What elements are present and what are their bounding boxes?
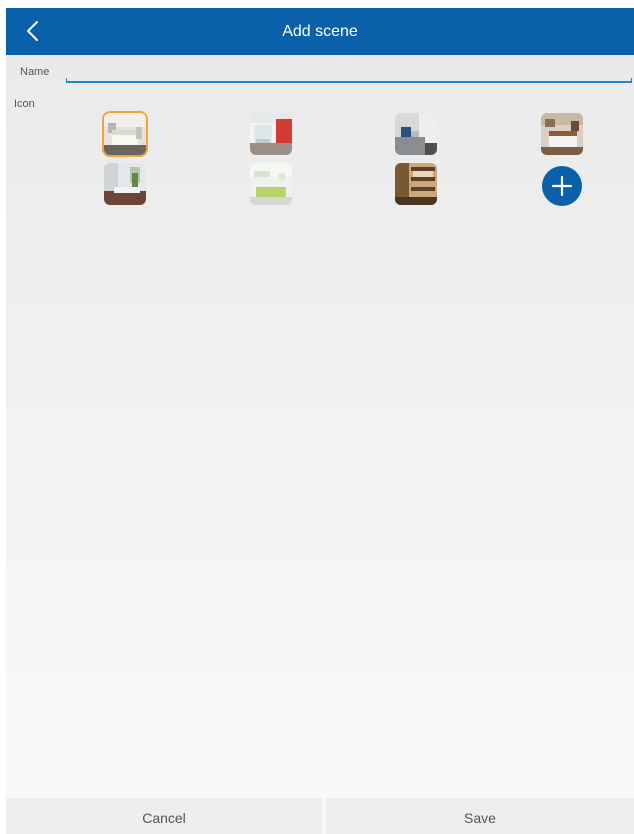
icon-label: Icon — [14, 98, 35, 110]
bedroom-scene-icon[interactable] — [104, 113, 146, 155]
kitchen-scene-icon[interactable] — [250, 113, 292, 155]
page-title: Add scene — [282, 23, 358, 40]
office-scene-icon[interactable] — [395, 113, 437, 155]
name-label: Name — [20, 66, 50, 78]
save-button[interactable]: Save — [326, 798, 634, 834]
plus-icon — [551, 175, 573, 197]
bathroom-scene-icon[interactable] — [104, 163, 146, 205]
living-room-scene-icon[interactable] — [250, 163, 292, 205]
add-icon-button[interactable] — [542, 166, 582, 206]
add-scene-screen: Add scene Name Icon Cancel Save — [6, 8, 634, 834]
bedroom-2-scene-icon[interactable] — [541, 113, 583, 155]
cancel-button[interactable]: Cancel — [6, 798, 322, 834]
name-input-underline — [66, 78, 632, 83]
app-header: Add scene — [6, 8, 634, 55]
study-scene-icon[interactable] — [395, 163, 437, 205]
